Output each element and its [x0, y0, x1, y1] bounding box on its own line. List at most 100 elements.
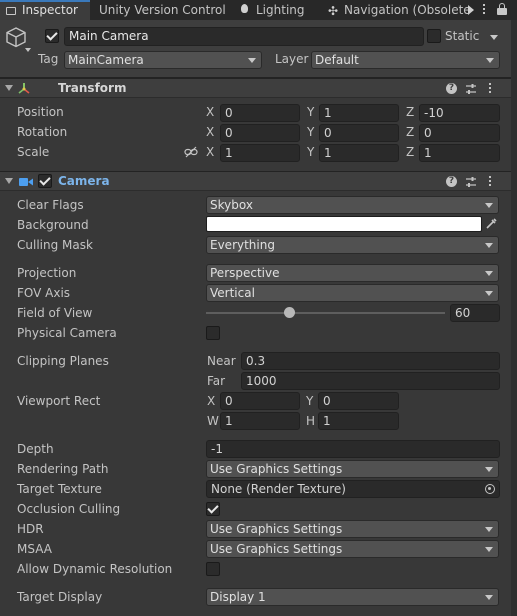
camera-header[interactable]: Camera ? — [0, 171, 517, 191]
fov-axis-dropdown[interactable]: Vertical — [206, 284, 499, 302]
scale-x-field[interactable]: 1 — [220, 144, 300, 162]
tab-inspector[interactable]: Inspector — [0, 0, 90, 20]
tab-scroll-right-icon[interactable] — [468, 5, 474, 15]
viewport-w-axis-label[interactable]: W — [207, 414, 219, 428]
field-of-view-slider-thumb[interactable] — [284, 307, 296, 318]
tag-value: MainCamera — [68, 53, 144, 67]
tab-navigation[interactable]: ✣ Navigation (Obsolete — [319, 0, 469, 20]
background-label: Background — [17, 218, 89, 232]
viewport-y-axis-label[interactable]: Y — [306, 394, 313, 408]
scale-y-axis-label[interactable]: Y — [307, 145, 314, 159]
tab-lighting[interactable]: Lighting — [232, 0, 318, 20]
static-dropdown-arrow[interactable] — [490, 35, 498, 40]
lightbulb-icon — [241, 4, 248, 13]
tab-navigation-label: Navigation (Obsolete — [344, 3, 469, 17]
rotation-z-axis-label[interactable]: Z — [406, 125, 414, 139]
field-of-view-slider-track[interactable] — [206, 312, 445, 314]
rotation-z-field[interactable]: 0 — [419, 124, 500, 142]
presets-icon[interactable] — [465, 83, 477, 95]
target-texture-value: None (Render Texture) — [211, 482, 346, 496]
position-x-field[interactable]: 0 — [220, 104, 300, 122]
active-checkbox[interactable] — [45, 29, 59, 43]
position-z-field[interactable]: -10 — [419, 104, 500, 122]
context-menu-icon[interactable] — [488, 83, 492, 95]
context-menu-icon[interactable] — [488, 176, 492, 188]
icon-dropdown-arrow[interactable] — [25, 48, 31, 52]
physical-camera-checkbox[interactable] — [206, 326, 220, 340]
rendering-path-dropdown[interactable]: Use Graphics Settings — [206, 460, 499, 478]
projection-dropdown[interactable]: Perspective — [206, 264, 499, 282]
culling-mask-label: Culling Mask — [17, 238, 93, 252]
chevron-down-icon — [485, 291, 493, 296]
gameobject-cube-icon — [6, 27, 26, 48]
layer-dropdown[interactable]: Default — [311, 51, 500, 69]
eyedropper-icon[interactable] — [484, 217, 498, 231]
tab-bar: Inspector Unity Version Control Lighting… — [0, 0, 517, 20]
chevron-down-icon — [486, 58, 494, 63]
target-texture-field[interactable]: None (Render Texture) — [206, 480, 500, 498]
culling-mask-dropdown[interactable]: Everything — [206, 236, 499, 254]
chevron-down-icon — [485, 243, 493, 248]
scale-z-axis-label[interactable]: Z — [406, 145, 414, 159]
position-y-axis-label[interactable]: Y — [307, 105, 314, 119]
transform-header[interactable]: Transform ? — [0, 78, 517, 98]
tab-inspector-label: Inspector — [22, 3, 78, 17]
occlusion-culling-checkbox[interactable] — [206, 502, 220, 516]
field-of-view-field[interactable]: 60 — [450, 304, 500, 322]
scale-y-field[interactable]: 1 — [319, 144, 399, 162]
far-clip-field[interactable]: 1000 — [241, 372, 500, 390]
foldout-arrow-icon[interactable] — [5, 85, 13, 91]
static-checkbox[interactable] — [427, 29, 441, 43]
position-z-axis-label[interactable]: Z — [406, 105, 414, 119]
gameobject-header: Main Camera Static Tag MainCamera Layer … — [0, 20, 517, 78]
inspector-scrollbar[interactable] — [511, 20, 517, 616]
rotation-x-field[interactable]: 0 — [220, 124, 300, 142]
clipping-planes-label: Clipping Planes — [17, 354, 109, 368]
static-label: Static — [445, 29, 480, 43]
near-clip-field[interactable]: 0.3 — [241, 352, 500, 370]
camera-icon — [19, 178, 33, 186]
position-x-axis-label[interactable]: X — [206, 105, 214, 119]
lock-icon[interactable] — [497, 3, 507, 16]
near-label[interactable]: Near — [207, 354, 236, 368]
viewport-y-field[interactable]: 0 — [318, 392, 399, 410]
viewport-h-axis-label[interactable]: H — [306, 414, 315, 428]
viewport-h-field[interactable]: 1 — [318, 412, 399, 430]
help-icon[interactable]: ? — [446, 83, 457, 94]
name-field[interactable]: Main Camera — [64, 27, 424, 46]
viewport-x-field[interactable]: 0 — [220, 392, 300, 410]
tab-unity-version-control[interactable]: Unity Version Control — [91, 0, 231, 20]
viewport-x-axis-label[interactable]: X — [207, 394, 215, 408]
viewport-w-field[interactable]: 1 — [220, 412, 300, 430]
chevron-down-icon — [485, 203, 493, 208]
fov-axis-value: Vertical — [210, 286, 255, 300]
background-color-swatch[interactable] — [206, 216, 482, 232]
rotation-y-axis-label[interactable]: Y — [307, 125, 314, 139]
presets-icon[interactable] — [465, 176, 477, 188]
foldout-arrow-icon[interactable] — [5, 178, 13, 184]
scale-z-field[interactable]: 1 — [419, 144, 500, 162]
tag-dropdown[interactable]: MainCamera — [64, 51, 262, 69]
clear-flags-dropdown[interactable]: Skybox — [206, 196, 499, 214]
far-label[interactable]: Far — [207, 374, 225, 388]
tab-lighting-label: Lighting — [256, 3, 305, 17]
projection-label: Projection — [17, 266, 77, 280]
camera-enabled-checkbox[interactable] — [38, 174, 52, 188]
position-y-field[interactable]: 1 — [319, 104, 399, 122]
transform-icon — [18, 83, 30, 94]
msaa-dropdown[interactable]: Use Graphics Settings — [206, 540, 499, 558]
field-of-view-label: Field of View — [17, 306, 93, 320]
constrain-proportions-link-icon[interactable] — [184, 146, 198, 158]
tab-menu-icon[interactable] — [482, 4, 486, 16]
object-picker-icon[interactable] — [485, 484, 495, 494]
target-display-dropdown[interactable]: Display 1 — [206, 588, 499, 606]
rotation-y-field[interactable]: 0 — [319, 124, 399, 142]
rotation-x-axis-label[interactable]: X — [206, 125, 214, 139]
hdr-dropdown[interactable]: Use Graphics Settings — [206, 520, 499, 538]
clear-flags-label: Clear Flags — [17, 198, 84, 212]
depth-field[interactable]: -1 — [206, 440, 500, 458]
scale-x-axis-label[interactable]: X — [206, 145, 214, 159]
allow-dynamic-resolution-checkbox[interactable] — [206, 562, 220, 576]
msaa-value: Use Graphics Settings — [210, 542, 343, 556]
help-icon[interactable]: ? — [446, 176, 457, 187]
